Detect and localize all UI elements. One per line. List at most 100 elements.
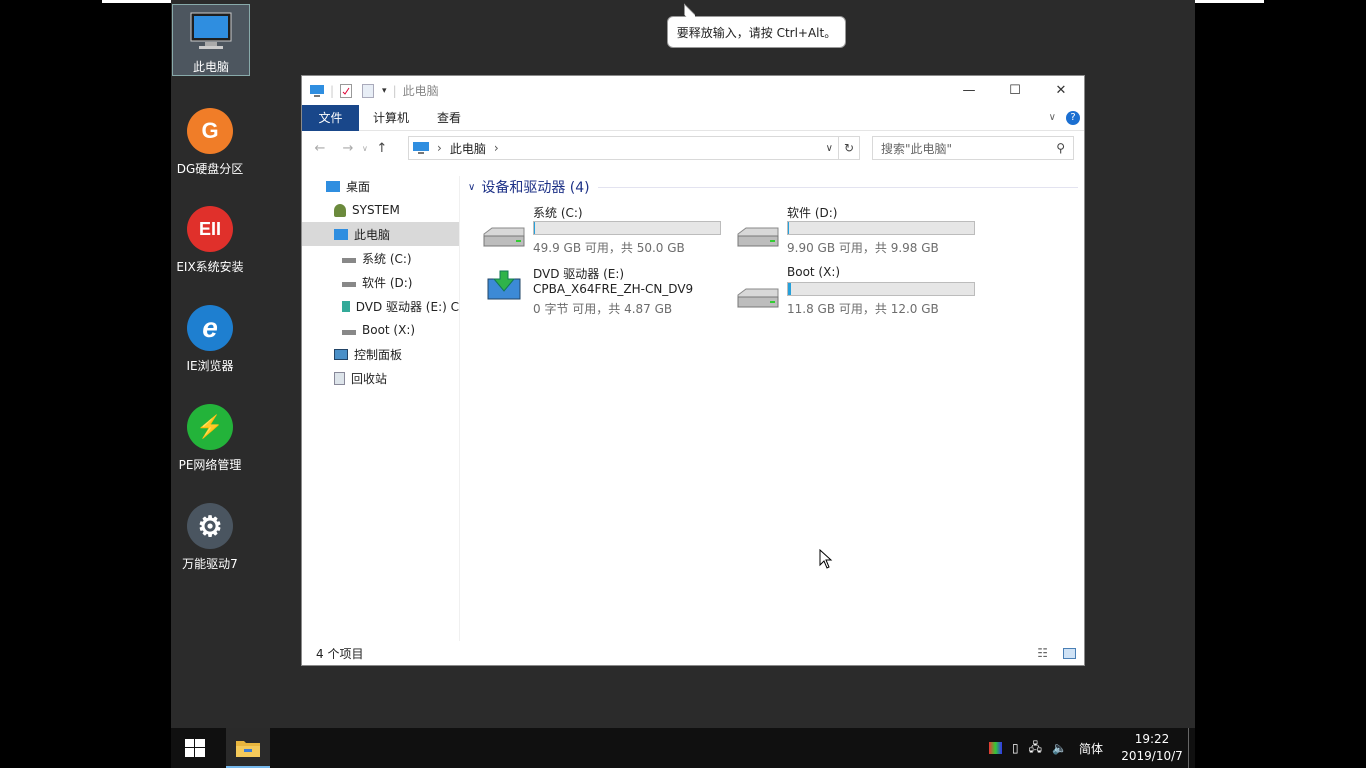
nav-item-boot-x[interactable]: Boot (X:): [302, 318, 459, 342]
drive-tile-c[interactable]: 系统 (C:) 49.9 GB 可用，共 50.0 GB: [462, 204, 721, 259]
computer-icon: [334, 228, 348, 240]
nav-label: 软件 (D:): [362, 275, 413, 290]
ime-indicator[interactable]: 简体: [1079, 740, 1103, 757]
tab-view[interactable]: 查看: [423, 105, 475, 131]
properties-icon[interactable]: [340, 83, 353, 98]
search-icon: ⚲: [1056, 141, 1065, 155]
status-bar: 4 个项目 ☷: [302, 641, 1084, 665]
search-placeholder: 搜索"此电脑": [881, 141, 953, 156]
expand-ribbon-icon[interactable]: ∨: [1049, 112, 1056, 123]
drive-tile-dvd-e[interactable]: DVD 驱动器 (E:) CPBA_X64FRE_ZH-CN_DV9 0 字节 …: [462, 265, 712, 320]
dvd-icon: [342, 300, 350, 312]
usb-icon[interactable]: ▯: [1012, 741, 1019, 755]
usage-bar: [787, 282, 975, 296]
nav-item-system[interactable]: SYSTEM: [302, 198, 459, 222]
group-title: 设备和驱动器 (4): [481, 180, 590, 196]
desktop-icon-label: 此电脑: [192, 60, 229, 74]
eix-icon: EII: [187, 206, 233, 252]
search-input[interactable]: 搜索"此电脑" ⚲: [872, 136, 1074, 160]
desktop-icon-this-pc[interactable]: 此电脑: [172, 4, 250, 76]
color-app-icon[interactable]: [989, 742, 1002, 754]
window-title: 此电脑: [402, 84, 439, 98]
recycle-bin-icon: [334, 371, 345, 385]
volume-icon[interactable]: 🔈: [1052, 741, 1067, 755]
drive-tile-boot-x[interactable]: Boot (X:) 11.8 GB 可用，共 12.0 GB: [716, 265, 975, 320]
forward-arrow-icon[interactable]: →: [334, 141, 362, 156]
drive-space: 49.9 GB 可用，共 50.0 GB: [533, 241, 685, 255]
desktop-icon-label: IE浏览器: [186, 359, 234, 373]
drive-name: DVD 驱动器 (E:): [533, 267, 625, 281]
address-path: 此电脑: [449, 141, 486, 156]
usage-bar: [787, 221, 975, 235]
nav-label: 此电脑: [354, 227, 391, 242]
drive-tile-d[interactable]: 软件 (D:) 9.90 GB 可用，共 9.98 GB: [716, 204, 975, 259]
dvd-install-icon: [487, 270, 521, 300]
qat-dropdown-icon[interactable]: ▾: [382, 86, 387, 96]
drive-space: 0 字节 可用，共 4.87 GB: [533, 302, 673, 316]
group-header[interactable]: ∨ 设备和驱动器 (4): [468, 176, 1078, 198]
nav-item-desktop[interactable]: 桌面: [302, 174, 459, 198]
nav-item-drive-c[interactable]: 系统 (C:): [302, 246, 459, 270]
drive-icon: [342, 281, 356, 287]
network-icon[interactable]: 🖧: [1029, 738, 1042, 759]
nav-item-recycle-bin[interactable]: 回收站: [302, 366, 459, 390]
nav-label: DVD 驱动器 (E:) C: [355, 299, 459, 314]
top-strip: [1195, 0, 1264, 3]
windows-start-icon[interactable]: [185, 739, 205, 757]
drive-name: 软件 (D:): [787, 206, 838, 220]
tab-computer[interactable]: 计算机: [359, 105, 423, 131]
nav-item-dvd-e[interactable]: DVD 驱动器 (E:) C: [302, 294, 459, 318]
nav-label: SYSTEM: [352, 203, 400, 217]
desktop-icon-label: DG硬盘分区: [176, 162, 244, 176]
show-desktop-divider[interactable]: [1188, 728, 1189, 768]
computer-icon: [310, 84, 324, 97]
desktop-icon-label: PE网络管理: [178, 458, 242, 472]
title-bar[interactable]: | ▾ | 此电脑 — ☐ ✕: [302, 76, 1084, 105]
new-folder-icon[interactable]: [362, 83, 375, 98]
refresh-icon[interactable]: ↻: [838, 136, 860, 160]
nav-item-drive-d[interactable]: 软件 (D:): [302, 270, 459, 294]
tooltip-text: 要释放输入，请按 Ctrl+Alt。: [676, 25, 837, 40]
desktop-icon-eix[interactable]: EII EIX系统安装: [171, 206, 249, 275]
clock-date: 2019/10/7: [1121, 749, 1183, 763]
desktop-icon: [326, 180, 340, 192]
help-icon[interactable]: ?: [1066, 110, 1080, 125]
desktop-icon-pe-network[interactable]: ⚡ PE网络管理: [171, 404, 249, 473]
desktop-icon-label: EIX系统安装: [176, 260, 244, 274]
tab-file[interactable]: 文件: [302, 104, 359, 131]
close-button[interactable]: ✕: [1038, 76, 1084, 105]
minimize-button[interactable]: —: [946, 76, 992, 105]
dg-icon: G: [187, 108, 233, 154]
desktop-icon-dg[interactable]: G DG硬盘分区: [171, 108, 249, 177]
release-input-tooltip: 要释放输入，请按 Ctrl+Alt。: [667, 16, 846, 48]
large-icons-view-icon[interactable]: [1063, 647, 1076, 659]
mouse-cursor-icon: [819, 549, 833, 569]
ie-icon: e: [187, 305, 233, 351]
desktop-icon-driver[interactable]: ⚙ 万能驱动7: [171, 503, 249, 572]
back-arrow-icon[interactable]: ←: [306, 141, 334, 156]
taskbar: ▯ 🖧 🔈 简体 19:22 2019/10/7: [171, 728, 1195, 768]
pe-network-icon: ⚡: [187, 404, 233, 450]
collapse-chevron-icon[interactable]: ∨: [468, 182, 475, 193]
maximize-button[interactable]: ☐: [992, 76, 1038, 105]
ribbon-tabs: 文件 计算机 查看 ∨ ?: [302, 104, 1084, 131]
navigation-pane: 桌面 SYSTEM 此电脑 系统 (C:) 软件 (D:) DVD 驱动器 (E…: [302, 176, 460, 641]
clock-time: 19:22: [1134, 732, 1170, 746]
nav-label: 控制面板: [354, 347, 403, 362]
address-bar[interactable]: › 此电脑 › ∨ ↻: [408, 136, 860, 160]
hard-drive-icon: [737, 288, 779, 308]
explorer-window: | ▾ | 此电脑 — ☐ ✕ 文件 计算机 查看 ∨ ? ← → ∨ ↑ › …: [301, 75, 1085, 666]
details-view-icon[interactable]: ☷: [1037, 646, 1048, 660]
address-dropdown-icon[interactable]: ∨: [826, 143, 833, 154]
drive-icon: [342, 329, 356, 335]
up-arrow-icon[interactable]: ↑: [368, 141, 396, 156]
hard-drive-icon: [483, 227, 525, 247]
usage-fill: [788, 283, 792, 295]
taskbar-explorer-button[interactable]: [226, 728, 270, 768]
nav-item-this-pc[interactable]: 此电脑: [302, 222, 459, 246]
nav-item-control-panel[interactable]: 控制面板: [302, 342, 459, 366]
desktop-icon-ie[interactable]: e IE浏览器: [171, 305, 249, 374]
clock[interactable]: 19:22 2019/10/7: [1117, 731, 1187, 765]
hard-drive-icon: [737, 227, 779, 247]
nav-label: 系统 (C:): [362, 251, 412, 266]
